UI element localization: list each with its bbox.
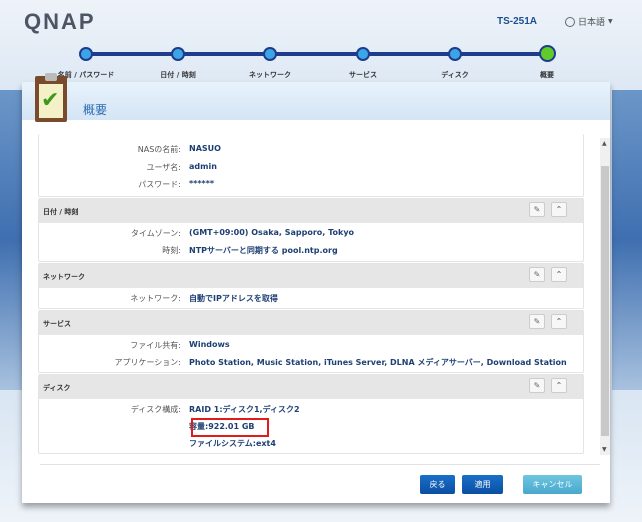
collapse-button[interactable]: ⌃: [551, 202, 567, 217]
section-title: 日付 / 時刻: [43, 208, 79, 216]
step-label: 日付 / 時刻: [160, 71, 196, 79]
step-dot-disk: [448, 47, 462, 61]
username-value: admin: [189, 162, 217, 171]
globe-icon: [565, 16, 575, 27]
field-label: ユーザ名:: [146, 163, 181, 172]
field-label: ディスク構成:: [130, 405, 181, 414]
edit-button[interactable]: ✎: [529, 314, 545, 329]
step-dot-summary-current: [538, 45, 556, 62]
language-selector[interactable]: 日本語 ▼: [565, 15, 613, 28]
scrollbar-thumb[interactable]: [601, 166, 609, 436]
divider: [40, 464, 600, 465]
step-label: サービス: [349, 71, 377, 79]
timezone-value: (GMT+09:00) Osaka, Sapporo, Tokyo: [189, 228, 355, 237]
section-network: ネットワーク ✎ ⌃ ネットワーク: 自動でIPアドレスを取得: [38, 263, 584, 309]
nas-name-value: NASUO: [189, 144, 221, 153]
chevron-down-icon: ▼: [608, 18, 613, 25]
field-label: NASの名前:: [137, 145, 181, 154]
section-title: サービス: [43, 320, 71, 328]
section-account: NASの名前: NASUO ユーザ名: admin パスワード: ******: [38, 134, 584, 197]
field-label: パスワード:: [138, 180, 181, 189]
page-title: 概要: [83, 103, 108, 117]
collapse-button[interactable]: ⌃: [551, 314, 567, 329]
applications-value: Photo Station, Music Station, iTunes Ser…: [189, 358, 567, 367]
panel-header: ✔ 概要: [22, 73, 610, 122]
step-label: ネットワーク: [249, 71, 291, 79]
background-decoration: [612, 90, 642, 390]
step-dot-services: [356, 47, 370, 61]
field-label: ファイル共有:: [130, 341, 181, 350]
scroll-down-icon[interactable]: ▼: [602, 446, 607, 453]
capacity-highlight-box: [191, 418, 269, 437]
step-label: 概要: [540, 71, 554, 79]
password-value: ******: [189, 179, 215, 188]
section-title: ディスク: [43, 384, 71, 392]
apply-button[interactable]: 適用: [462, 475, 503, 494]
step-dot-network: [263, 47, 277, 61]
back-button[interactable]: 戻る: [420, 475, 455, 494]
network-value: 自動でIPアドレスを取得: [189, 294, 278, 303]
edit-button[interactable]: ✎: [529, 202, 545, 217]
summary-panel: ✔ 概要 NASの名前: NASUO ユーザ名: admin パスワード: *****…: [22, 73, 610, 503]
step-dot-datetime: [171, 47, 185, 61]
step-dot-name-password: [79, 47, 93, 61]
section-disk: ディスク ✎ ⌃ ディスク構成: RAID 1:ディスク1,ディスク2 容量:922.…: [38, 374, 584, 454]
field-label: タイムゾーン:: [130, 229, 181, 238]
clipboard-check-icon: ✔: [35, 73, 67, 122]
section-datetime: 日付 / 時刻 ✎ ⌃ タイムゾーン: (GMT+09:00) Osaka, Sapp…: [38, 198, 584, 262]
scroll-up-icon[interactable]: ▲: [602, 140, 607, 147]
step-label: ディスク: [441, 71, 469, 79]
field-label: 時刻:: [162, 246, 181, 255]
file-sharing-value: Windows: [189, 340, 230, 349]
time-value: NTPサーバーと同期する pool.ntp.org: [189, 246, 338, 255]
cancel-button[interactable]: キャンセル: [523, 475, 582, 494]
collapse-button[interactable]: ⌃: [551, 378, 567, 393]
scrollbar[interactable]: ▲ ▼: [600, 138, 610, 455]
section-title: ネットワーク: [43, 273, 85, 281]
section-services: サービス ✎ ⌃ ファイル共有: Windows アプリケーション: Photo Sta…: [38, 310, 584, 373]
qnap-logo: QNAP: [24, 9, 96, 34]
wizard-progress-track: [86, 52, 547, 56]
field-label: アプリケーション:: [114, 358, 181, 367]
disk-config-value: RAID 1:ディスク1,ディスク2: [189, 405, 300, 414]
language-label: 日本語: [578, 18, 606, 28]
model-name: TS-251A: [497, 16, 538, 27]
filesystem-value: ファイルシステム:ext4: [189, 439, 276, 448]
collapse-button[interactable]: ⌃: [551, 267, 567, 282]
field-label: ネットワーク:: [130, 294, 181, 303]
edit-button[interactable]: ✎: [529, 267, 545, 282]
edit-button[interactable]: ✎: [529, 378, 545, 393]
